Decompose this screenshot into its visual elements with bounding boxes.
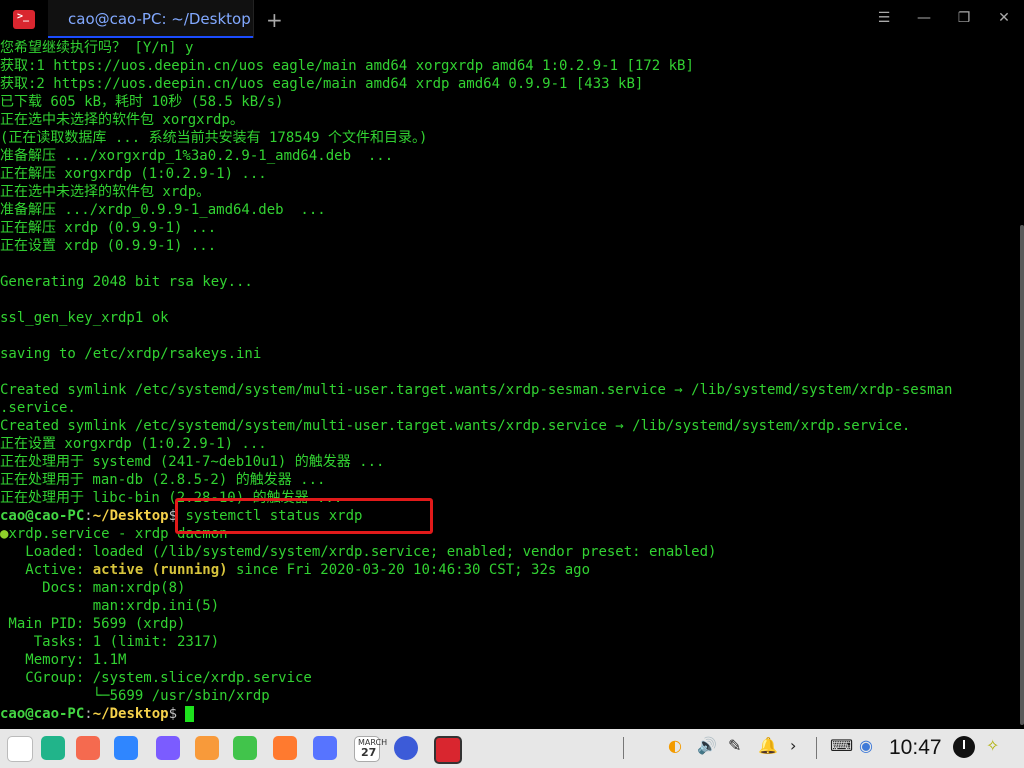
launcher-icon[interactable] bbox=[7, 736, 33, 762]
prompt-separator: : bbox=[84, 508, 93, 524]
docs-icon[interactable] bbox=[313, 736, 337, 760]
taskbar: MARCH 27 ◐ 🔊 ✎ 🔔 › ⌨ ◉ 10:47 ✧ bbox=[0, 729, 1024, 768]
scrollbar[interactable] bbox=[1020, 225, 1024, 725]
memory-line: Memory: 1.1M bbox=[0, 652, 127, 668]
settings-icon[interactable] bbox=[394, 736, 418, 760]
terminal-line: Generating 2048 bit rsa key... bbox=[0, 274, 253, 290]
tab-title: cao@cao-PC: ~/Desktop bbox=[68, 10, 251, 28]
multitask-icon[interactable] bbox=[41, 736, 65, 760]
terminal-line: ssl_gen_key_xrdp1 ok bbox=[0, 310, 169, 326]
music-icon[interactable] bbox=[233, 736, 257, 760]
terminal-line: 正在选中未选择的软件包 xorgxrdp。 bbox=[0, 112, 244, 128]
prompt-line: cao@cao-PC:~/Desktop$ systemctl status x… bbox=[0, 507, 1016, 525]
tray-divider bbox=[623, 737, 624, 759]
keyboard-icon[interactable]: ⌨ bbox=[830, 736, 853, 755]
terminal-line: Created symlink /etc/systemd/system/mult… bbox=[0, 382, 953, 398]
cgroup-child-line: └─5699 /usr/sbin/xrdp bbox=[0, 688, 270, 704]
plus-icon[interactable]: + bbox=[266, 8, 283, 32]
shop-icon[interactable] bbox=[273, 736, 297, 760]
terminal-line: 获取:1 https://uos.deepin.cn/uos eagle/mai… bbox=[0, 58, 694, 74]
terminal-line: 正在处理用于 systemd (241-7~deb10u1) 的触发器 ... bbox=[0, 454, 385, 470]
service-line: ●xrdp.service - xrdp daemon bbox=[0, 525, 1016, 543]
terminal-line: 获取:2 https://uos.deepin.cn/uos eagle/mai… bbox=[0, 76, 644, 92]
active-since: since Fri 2020-03-20 10:46:30 CST; 32s a… bbox=[227, 562, 591, 578]
prompt-path: ~/Desktop bbox=[92, 706, 169, 722]
close-icon[interactable]: ✕ bbox=[990, 10, 1018, 26]
prompt-path: ~/Desktop bbox=[92, 508, 169, 524]
prompt-line[interactable]: cao@cao-PC:~/Desktop$ bbox=[0, 705, 1016, 723]
terminal-output[interactable]: 您希望继续执行吗？ [Y/n] y 获取:1 https://uos.deepi… bbox=[0, 39, 1016, 729]
volume-icon[interactable]: 🔊 bbox=[697, 736, 717, 755]
clock[interactable]: 10:47 bbox=[889, 736, 942, 760]
terminal-line: 准备解压 .../xrdp_0.9.9-1_amd64.deb ... bbox=[0, 202, 326, 218]
chevron-right-icon[interactable]: › bbox=[790, 736, 796, 755]
active-state: active (running) bbox=[92, 562, 228, 578]
assistant-icon[interactable]: ✧ bbox=[986, 736, 999, 755]
terminal-line: (正在读取数据库 ... 系统当前共安装有 178549 个文件和目录。) bbox=[0, 130, 428, 146]
terminal-line: .service. bbox=[0, 400, 76, 416]
bell-icon[interactable]: 🔔 bbox=[758, 736, 778, 755]
calendar-day: 27 bbox=[361, 746, 377, 759]
terminal-line: 正在选中未选择的软件包 xrdp。 bbox=[0, 184, 211, 200]
cgroup-line: CGroup: /system.slice/xrdp.service bbox=[0, 670, 312, 686]
photos-icon[interactable] bbox=[195, 736, 219, 760]
loaded-line: Loaded: loaded (/lib/systemd/system/xrdp… bbox=[0, 544, 717, 560]
command-highlight-box bbox=[175, 498, 433, 534]
active-label: Active: bbox=[0, 562, 93, 578]
network-icon[interactable]: ◉ bbox=[859, 736, 873, 755]
restore-icon[interactable]: ❐ bbox=[950, 10, 978, 26]
terminal-icon[interactable] bbox=[434, 736, 462, 764]
terminal-app-icon[interactable]: >_ bbox=[13, 10, 35, 29]
appstore-icon[interactable] bbox=[76, 736, 100, 760]
active-line: Active: active (running) since Fri 2020-… bbox=[0, 561, 1016, 579]
terminal-line: 正在解压 xrdp (0.9.9-1) ... bbox=[0, 220, 217, 236]
browser-icon[interactable] bbox=[156, 736, 180, 760]
terminal-line: 正在设置 xorgxrdp (1:0.2.9-1) ... bbox=[0, 436, 267, 452]
minimize-icon[interactable]: — bbox=[910, 10, 938, 26]
terminal-line: 正在处理用于 libc-bin (2.28-10) 的触发器 ... bbox=[0, 490, 343, 506]
terminal-line: 正在解压 xorgxrdp (1:0.2.9-1) ... bbox=[0, 166, 267, 182]
terminal-line: 准备解压 .../xorgxrdp_1%3a0.2.9-1_amd64.deb … bbox=[0, 148, 394, 164]
update-icon[interactable]: ◐ bbox=[668, 736, 682, 755]
tab-desktop[interactable]: cao@cao-PC: ~/Desktop bbox=[48, 0, 254, 38]
terminal-line: saving to /etc/xrdp/rsakeys.ini bbox=[0, 346, 262, 362]
tray-divider bbox=[816, 737, 817, 759]
terminal-cursor bbox=[185, 706, 195, 722]
prompt-user: cao@cao-PC bbox=[0, 706, 85, 722]
title-bar: >_ cao@cao-PC: ~/Desktop + ☰ — ❐ ✕ bbox=[0, 0, 1024, 38]
calendar-icon[interactable]: MARCH 27 bbox=[354, 736, 387, 762]
pen-icon[interactable]: ✎ bbox=[728, 736, 741, 755]
prompt-user: cao@cao-PC bbox=[0, 508, 85, 524]
prompt-dollar: $ bbox=[168, 706, 178, 722]
active-tab-indicator bbox=[48, 36, 253, 38]
files-icon[interactable] bbox=[114, 736, 138, 760]
terminal-line: Created symlink /etc/systemd/system/mult… bbox=[0, 418, 911, 434]
terminal-line: 正在处理用于 man-db (2.8.5-2) 的触发器 ... bbox=[0, 472, 326, 488]
menu-icon[interactable]: ☰ bbox=[870, 10, 898, 26]
terminal-line: 正在设置 xrdp (0.9.9-1) ... bbox=[0, 238, 217, 254]
docs-line: man:xrdp.ini(5) bbox=[0, 598, 220, 614]
power-icon[interactable] bbox=[953, 736, 975, 758]
pid-line: Main PID: 5699 (xrdp) bbox=[0, 616, 186, 632]
docs-line: Docs: man:xrdp(8) bbox=[0, 580, 186, 596]
tasks-line: Tasks: 1 (limit: 2317) bbox=[0, 634, 220, 650]
prompt-separator: : bbox=[84, 706, 93, 722]
terminal-line: 已下载 605 kB，耗时 10秒 (58.5 kB/s) bbox=[0, 94, 284, 110]
terminal-line: 您希望继续执行吗？ [Y/n] y bbox=[0, 40, 194, 56]
